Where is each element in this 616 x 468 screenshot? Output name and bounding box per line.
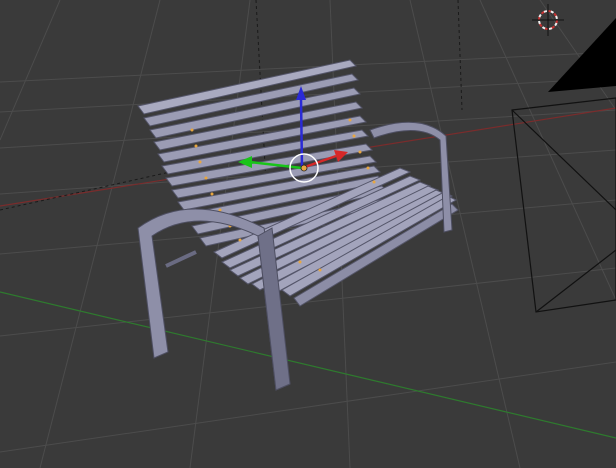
y-axis-line (0, 291, 616, 439)
gizmo-z-axis[interactable] (299, 97, 304, 169)
bench-object[interactable] (137, 59, 459, 391)
z-guide-line-2 (457, 0, 463, 111)
viewport-canvas[interactable] (0, 0, 616, 468)
3d-cursor-icon[interactable] (532, 4, 564, 36)
camera-guide (0, 171, 171, 211)
object-origin-icon (300, 164, 308, 172)
3d-viewport[interactable] (0, 0, 616, 468)
